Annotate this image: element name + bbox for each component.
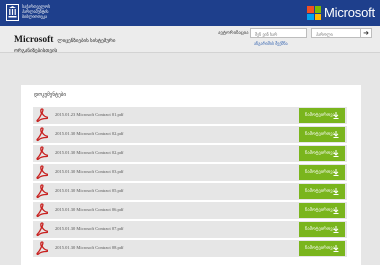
site-title-brand: Microsoft — [14, 35, 54, 45]
document-row: 2015.01.30 Microsoft Contract 02.pdf ჩამო… — [33, 126, 347, 143]
pdf-icon — [36, 108, 48, 123]
download-button[interactable]: ჩამოტვირთვა — [299, 222, 345, 237]
download-label: ჩამოტვირთვა — [305, 169, 335, 175]
download-button[interactable]: ჩამოტვირთვა — [299, 184, 345, 199]
file-name-link[interactable]: 2015.01.30 Microsoft Contract 03.pdf — [55, 169, 124, 174]
sub-header: Microsoft ლიცენზიების სისტემური ორგანიზე… — [0, 26, 380, 54]
document-row: 2015.01.23 Microsoft Contract 01.pdf ჩამო… — [33, 107, 347, 124]
download-icon — [333, 245, 339, 252]
download-icon — [333, 112, 339, 119]
microsoft-wordmark: Microsoft — [324, 5, 375, 20]
file-name-link[interactable]: 2015.01.30 Microsoft Contract 02.pdf — [55, 150, 124, 155]
download-icon — [333, 207, 339, 214]
authorization-label: ავტორიზაცია — [218, 31, 249, 36]
site-title-rest: ლიცენზიების სისტემური — [57, 39, 116, 44]
section-title: დოკუმენტები — [34, 92, 66, 98]
pdf-icon — [36, 203, 48, 218]
download-label: ჩამოტვირთვა — [305, 188, 335, 194]
download-label: ჩამოტვირთვა — [305, 245, 335, 251]
pdf-icon — [36, 127, 48, 142]
download-label: ჩამოტვირთვა — [305, 112, 335, 118]
site-title: Microsoft ლიცენზიების სისტემური ორგანიზე… — [14, 29, 115, 54]
file-name-link[interactable]: 2015.01.30 Microsoft Contract 05.pdf — [55, 188, 124, 193]
download-button[interactable]: ჩამოტვირთვა — [299, 165, 345, 180]
download-icon — [333, 131, 339, 138]
top-bar: საქართველოს პარლამენტის ბიბლიოთეკა Micro… — [0, 0, 380, 26]
download-label: ჩამოტვირთვა — [305, 226, 335, 232]
document-row: 2015.01.30 Microsoft Contract 02.pdf ჩამო… — [33, 145, 347, 162]
download-label: ჩამოტვირთვა — [305, 207, 335, 213]
document-row: 2015.01.30 Microsoft Contract 06.pdf ჩამო… — [33, 202, 347, 219]
download-icon — [333, 226, 339, 233]
download-icon — [333, 169, 339, 176]
file-name-link[interactable]: 2015.01.30 Microsoft Contract 07.pdf — [55, 226, 124, 231]
login-submit-button[interactable]: ➜ — [360, 28, 372, 38]
pdf-icon — [36, 165, 48, 180]
download-icon — [333, 188, 339, 195]
file-name-link[interactable]: 2015.01.23 Microsoft Contract 01.pdf — [55, 112, 124, 117]
document-row: 2015.01.30 Microsoft Contract 07.pdf ჩამო… — [33, 221, 347, 238]
library-name: საქართველოს პარლამენტის ბიბლიოთეკა — [22, 4, 51, 19]
document-row: 2015.01.30 Microsoft Contract 05.pdf ჩამო… — [33, 183, 347, 200]
pdf-icon — [36, 222, 48, 237]
download-label: ჩამოტვირთვა — [305, 150, 335, 156]
site-title-line2: ორგანიზებისთვის — [14, 49, 58, 54]
document-row: 2015.01.30 Microsoft Contract 08.pdf ჩამო… — [33, 240, 347, 257]
document-row: 2015.01.30 Microsoft Contract 03.pdf ჩამო… — [33, 164, 347, 181]
download-button[interactable]: ჩამოტვირთვა — [299, 146, 345, 161]
pdf-icon — [36, 184, 48, 199]
file-name-link[interactable]: 2015.01.30 Microsoft Contract 06.pdf — [55, 207, 124, 212]
download-button[interactable]: ჩამოტვირთვა — [299, 127, 345, 142]
download-button[interactable]: ჩამოტვირთვა — [299, 203, 345, 218]
download-icon — [333, 150, 339, 157]
download-button[interactable]: ჩამოტვირთვა — [299, 108, 345, 123]
arrow-right-icon: ➜ — [363, 29, 369, 37]
download-button[interactable]: ჩამოტვირთვა — [299, 241, 345, 256]
register-link[interactable]: ანგარიშის შექმნა — [254, 41, 288, 46]
download-label: ჩამოტვირთვა — [305, 131, 335, 137]
file-name-link[interactable]: 2015.01.30 Microsoft Contract 02.pdf — [55, 131, 124, 136]
pdf-icon — [36, 241, 48, 256]
file-name-link[interactable]: 2015.01.30 Microsoft Contract 08.pdf — [55, 245, 124, 250]
pdf-icon — [36, 146, 48, 161]
microsoft-windows-icon — [307, 6, 321, 20]
username-input[interactable] — [250, 28, 307, 38]
parliament-library-logo-icon[interactable] — [6, 4, 19, 21]
